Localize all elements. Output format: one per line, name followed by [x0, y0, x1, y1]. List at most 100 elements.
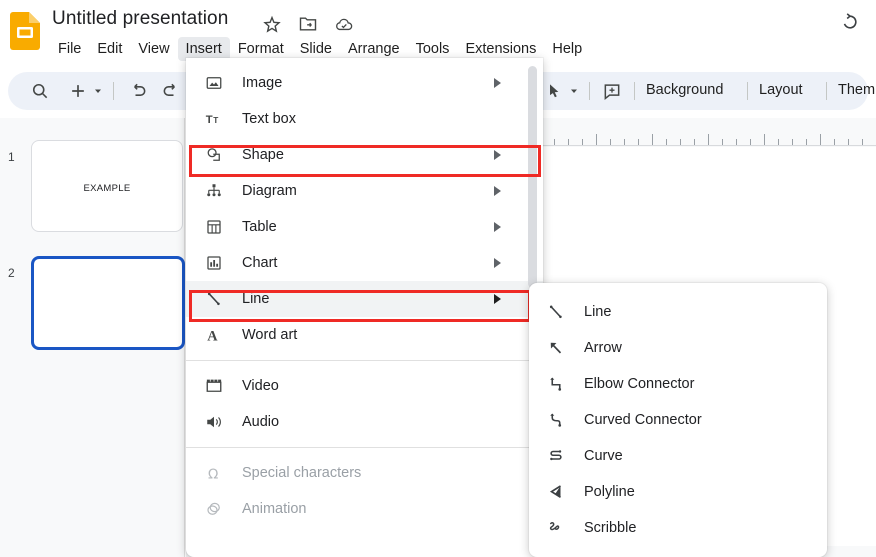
toolbar-divider-3 — [634, 82, 635, 100]
omega-icon: Ω — [204, 463, 224, 483]
menu-item-diagram[interactable]: Diagram — [186, 173, 543, 209]
add-comment-icon[interactable] — [602, 81, 622, 101]
menu-edit[interactable]: Edit — [89, 37, 130, 61]
submenu-item-elbow-connector[interactable]: Elbow Connector — [529, 366, 827, 402]
search-icon[interactable] — [30, 81, 50, 101]
text-box-icon: TT — [204, 109, 224, 129]
menu-item-label: Shape — [242, 147, 284, 163]
shape-icon — [204, 145, 224, 165]
layout-button[interactable]: Layout — [759, 82, 803, 98]
google-slides-logo[interactable] — [10, 12, 40, 50]
submenu-item-line[interactable]: Line — [529, 294, 827, 330]
menu-item-label: Diagram — [242, 183, 297, 199]
slide-thumbnail-selected[interactable] — [31, 256, 185, 350]
menu-item-label: Line — [242, 291, 270, 307]
line-icon — [204, 289, 224, 309]
menu-divider-2 — [186, 447, 543, 448]
toolbar-divider-5 — [826, 82, 827, 100]
ruler-tick — [750, 139, 751, 145]
toolbar-divider-2 — [589, 82, 590, 100]
undo-icon[interactable] — [128, 81, 148, 101]
ruler-tick — [652, 134, 653, 145]
submenu-item-polyline[interactable]: Polyline — [529, 474, 827, 510]
word-art-icon: A — [204, 325, 224, 345]
svg-text:T: T — [213, 116, 218, 125]
toolbar-divider — [113, 82, 114, 100]
google-slides-window: Untitled presentation File Edit View Ins… — [0, 0, 876, 557]
submenu-item-label: Curved Connector — [584, 412, 702, 428]
ruler-tick — [596, 134, 597, 145]
menu-item-table[interactable]: Table — [186, 209, 543, 245]
theme-button[interactable]: Them — [838, 82, 875, 98]
ruler-tick — [624, 139, 625, 145]
menu-item-image[interactable]: Image — [186, 65, 543, 101]
redo-icon[interactable] — [161, 81, 181, 101]
ruler-tick — [568, 139, 569, 145]
slide-filmstrip[interactable]: 1 EXAMPLE 2 — [0, 118, 185, 557]
star-icon[interactable] — [262, 14, 282, 34]
ruler-tick — [694, 139, 695, 145]
menu-item-label: Table — [242, 219, 277, 235]
new-slide-plus-icon[interactable] — [68, 81, 88, 101]
elbow-connector-icon — [546, 374, 566, 394]
menu-item-label: Special characters — [242, 465, 362, 481]
ruler-tick — [764, 134, 765, 145]
line-icon — [546, 302, 566, 322]
ruler-tick — [638, 139, 639, 145]
menu-file[interactable]: File — [50, 37, 89, 61]
filmstrip-slide-2[interactable]: 2 — [0, 256, 185, 351]
menu-item-chart[interactable]: Chart — [186, 245, 543, 281]
new-slide-dropdown-chevron-down-icon[interactable] — [92, 81, 104, 101]
menu-item-label: Animation — [242, 501, 307, 517]
chart-icon — [204, 253, 224, 273]
menu-item-shape[interactable]: Shape — [186, 137, 543, 173]
toolbar-divider-4 — [747, 82, 748, 100]
insert-dropdown-menu[interactable]: Image TT Text box Shape Diagram Table Ch… — [186, 58, 543, 557]
submenu-item-scribble[interactable]: Scribble — [529, 510, 827, 546]
submenu-item-curve[interactable]: Curve — [529, 438, 827, 474]
cursor-icon[interactable] — [545, 81, 565, 101]
ruler-tick — [610, 139, 611, 145]
line-submenu[interactable]: Line Arrow Elbow Connector Curved Connec… — [529, 283, 827, 557]
chevron-right-icon — [494, 150, 501, 160]
submenu-item-curved-connector[interactable]: Curved Connector — [529, 402, 827, 438]
ruler-tick — [582, 139, 583, 145]
menu-item-video[interactable]: Video — [186, 368, 543, 404]
submenu-item-label: Elbow Connector — [584, 376, 695, 392]
document-title[interactable]: Untitled presentation — [52, 8, 228, 30]
submenu-item-label: Scribble — [584, 520, 637, 536]
audio-icon — [204, 412, 224, 432]
table-icon — [204, 217, 224, 237]
ruler-tick — [666, 139, 667, 145]
menu-item-text-box[interactable]: TT Text box — [186, 101, 543, 137]
background-button[interactable]: Background — [646, 82, 723, 98]
svg-text:T: T — [206, 114, 213, 126]
version-history-icon[interactable] — [840, 12, 860, 32]
menu-item-label: Image — [242, 75, 283, 91]
menu-item-line[interactable]: Line — [186, 281, 543, 317]
menu-item-word-art[interactable]: A Word art — [186, 317, 543, 353]
ruler-tick — [680, 139, 681, 145]
submenu-item-label: Arrow — [584, 340, 622, 356]
menu-item-animation: Animation — [186, 491, 543, 527]
menu-scrollbar[interactable] — [528, 66, 537, 288]
move-to-folder-icon[interactable] — [298, 14, 318, 34]
submenu-item-label: Polyline — [584, 484, 635, 500]
svg-text:Ω: Ω — [208, 466, 218, 482]
cloud-saved-icon[interactable] — [334, 14, 354, 34]
menu-view[interactable]: View — [130, 37, 177, 61]
submenu-item-arrow[interactable]: Arrow — [529, 330, 827, 366]
menu-item-label: Word art — [242, 327, 298, 343]
menu-divider — [186, 360, 543, 361]
ruler-tick — [792, 139, 793, 145]
menu-item-audio[interactable]: Audio — [186, 404, 543, 440]
menu-help[interactable]: Help — [544, 37, 590, 61]
slide-thumbnail[interactable]: EXAMPLE — [31, 140, 183, 232]
arrow-icon — [546, 338, 566, 358]
chevron-right-icon — [494, 222, 501, 232]
slide-thumbnail-text: EXAMPLE — [83, 183, 131, 195]
filmstrip-slide-1[interactable]: 1 EXAMPLE — [0, 140, 185, 233]
ruler-tick — [848, 139, 849, 145]
cursor-dropdown-chevron-down-icon[interactable] — [568, 81, 580, 101]
ruler-tick — [554, 139, 555, 145]
